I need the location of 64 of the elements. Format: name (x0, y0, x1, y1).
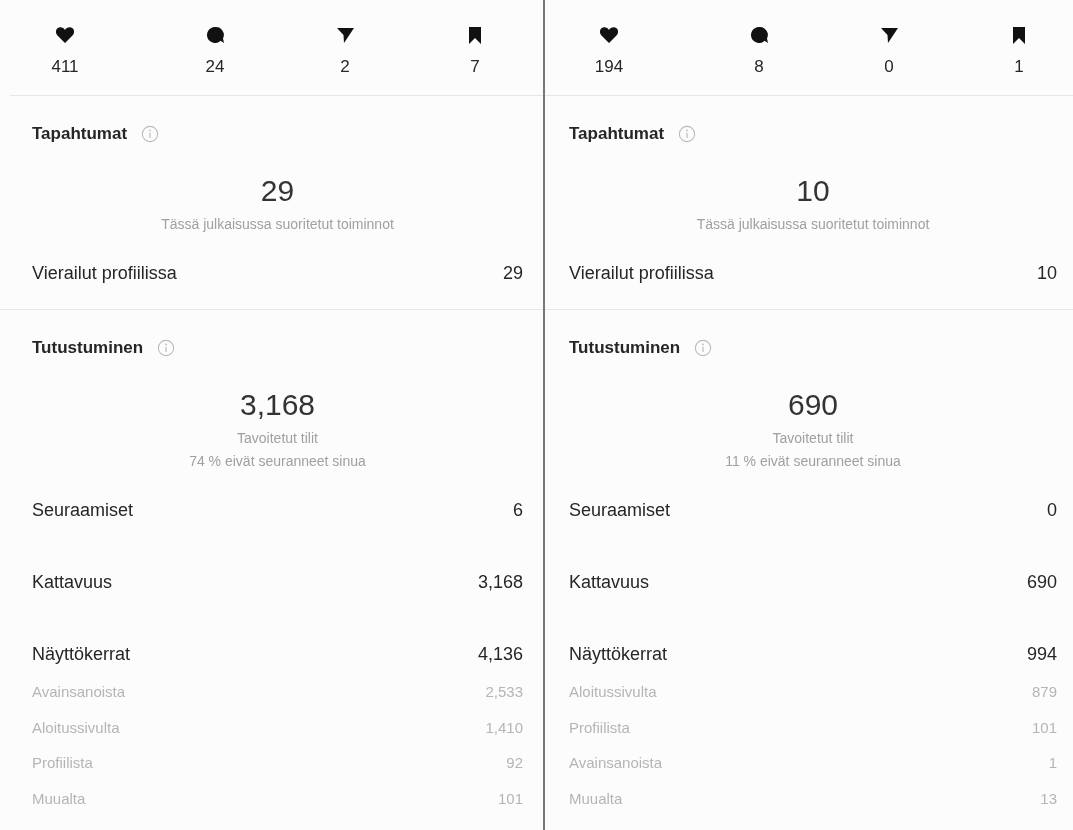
caption-text: Tavoitetut tilit (236, 429, 319, 448)
metric-label: Avainsanoista (32, 683, 126, 701)
caption-text: 11 % eivät seuranneet sinua (724, 452, 902, 471)
metric-value: 4,136 (477, 643, 523, 665)
metric-label: Vierailut profiilissa (32, 262, 177, 284)
metric-label: Kattavuus (569, 571, 650, 593)
metric-label: Näyttökerrat (569, 643, 668, 665)
stat-count: 2 (340, 57, 350, 77)
metric-label: Kattavuus (32, 571, 113, 593)
section-title: Tapahtumat (32, 124, 128, 144)
section-title: Tapahtumat (569, 124, 665, 144)
metric-label: Avainsanoista (569, 754, 663, 772)
metric-value: 1,410 (485, 718, 523, 736)
metric-label: Seuraamiset (569, 499, 671, 521)
info-icon (678, 125, 697, 143)
metric-label: Muualta (32, 789, 86, 807)
info-icon (694, 339, 713, 357)
metric-value: 0 (1047, 499, 1057, 521)
metric-value: 101 (497, 789, 523, 807)
big-number: 3,168 (238, 387, 317, 423)
metric-value: 994 (1026, 643, 1057, 665)
metric-value: 3,168 (477, 571, 523, 593)
stat-count: 411 (51, 57, 79, 77)
metric-label: Näyttökerrat (32, 643, 131, 665)
info-icon (141, 125, 160, 143)
big-number: 690 (786, 387, 840, 423)
comment-icon (205, 25, 225, 45)
heart-icon (55, 25, 75, 45)
metric-label: Aloitussivulta (32, 718, 120, 736)
metric-label: Muualta (569, 789, 623, 807)
metric-value: 92 (506, 754, 523, 772)
section-title: Tutustuminen (32, 338, 144, 358)
stat-count: 1 (1014, 57, 1024, 77)
big-number: 29 (259, 173, 296, 209)
metric-value: 2,533 (485, 683, 523, 701)
metric-label: Seuraamiset (32, 499, 134, 521)
metric-value: 10 (1036, 262, 1057, 284)
caption-text: Tavoitetut tilit (771, 429, 855, 448)
paper-plane-icon (335, 25, 355, 45)
metric-value: 101 (1031, 718, 1057, 736)
stat-count: 24 (205, 57, 225, 77)
metric-label: Aloitussivulta (569, 683, 657, 701)
metric-label: Vierailut profiilissa (569, 262, 714, 284)
stat-count: 194 (594, 57, 624, 77)
metric-label: Profiilista (32, 754, 93, 772)
stat-count: 7 (470, 57, 480, 77)
caption-text: Tässä julkaisussa suoritetut toiminnot (160, 215, 395, 234)
paper-plane-icon (879, 25, 899, 45)
caption-text: Tässä julkaisussa suoritetut toiminnot (695, 215, 931, 234)
comment-icon (749, 25, 769, 45)
stat-count: 0 (884, 57, 894, 77)
metric-label: Profiilista (569, 718, 630, 736)
metric-value: 6 (513, 499, 523, 521)
heart-icon (599, 25, 619, 45)
info-icon (157, 339, 176, 357)
metric-value: 1 (1048, 754, 1057, 772)
big-number: 10 (795, 173, 831, 209)
caption-text: 74 % eivät seuranneet sinua (188, 452, 367, 471)
metric-value: 13 (1040, 789, 1057, 807)
section-title: Tutustuminen (569, 338, 681, 358)
metric-value: 879 (1031, 683, 1057, 701)
metric-value: 690 (1026, 571, 1057, 593)
metric-value: 29 (502, 262, 523, 284)
stat-count: 8 (754, 57, 764, 77)
